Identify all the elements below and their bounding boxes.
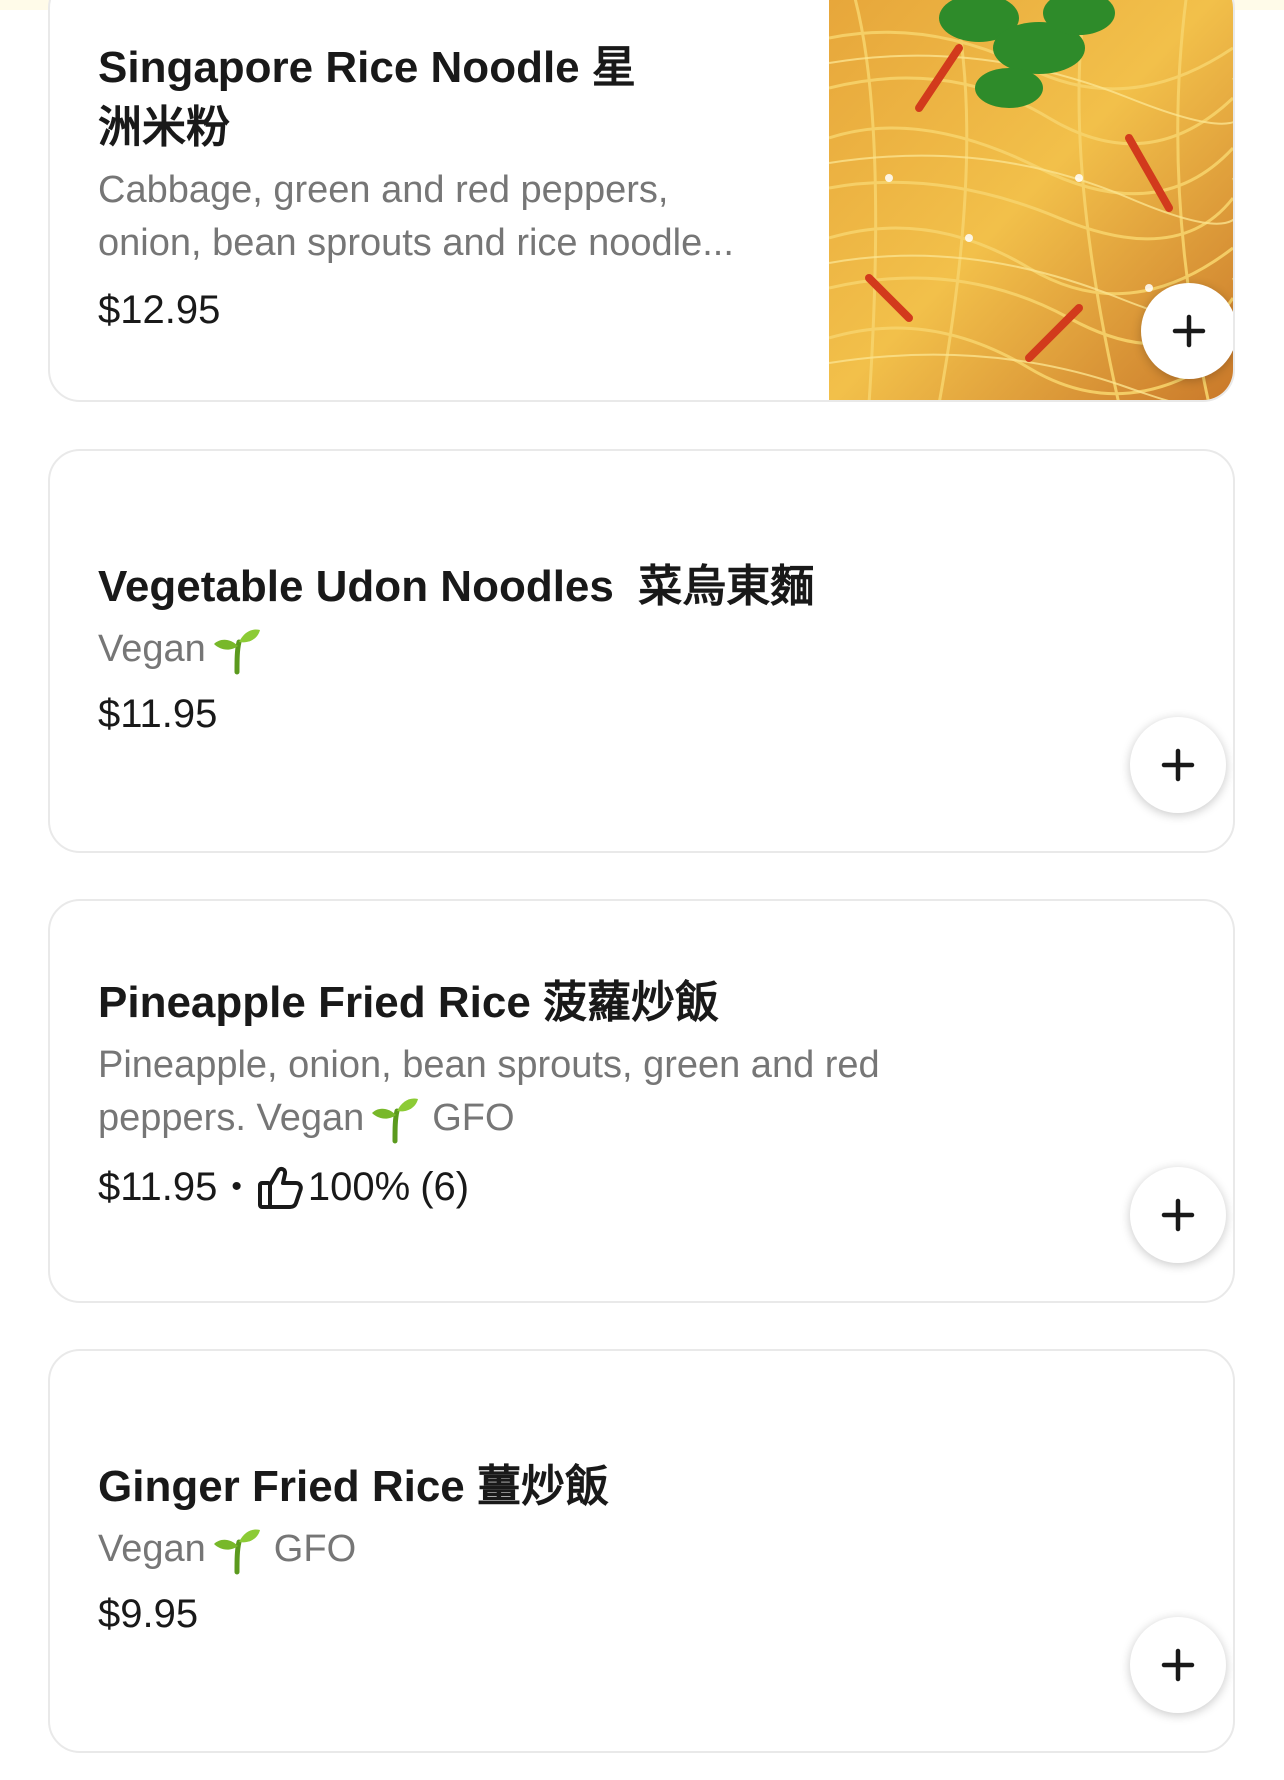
sprout-icon bbox=[213, 1529, 260, 1574]
description-gfo: GFO bbox=[273, 1528, 357, 1570]
thumbs-up-icon bbox=[257, 1166, 303, 1209]
sprout-icon bbox=[213, 629, 260, 674]
menu-item-description: Cabbage, green and red peppers, onion, b… bbox=[98, 169, 734, 264]
description-text: peppers. Vegan bbox=[98, 1097, 365, 1139]
menu-item-price: $11.95 bbox=[98, 1165, 218, 1209]
separator-dot: • bbox=[231, 1170, 242, 1203]
description-gfo: GFO bbox=[432, 1097, 515, 1139]
menu-item-card[interactable]: Singapore Rice Noodle 星 洲米粉 Cabbage, gre… bbox=[48, 0, 1235, 402]
menu-item-title: Ginger Fried Rice 薑炒飯 bbox=[98, 1462, 609, 1511]
menu-item-description: Vegan GFO bbox=[98, 1523, 609, 1576]
description-text: Vegan bbox=[98, 1528, 206, 1570]
menu-item-text: Vegetable Udon Noodles 菜烏東麵 Vegan $11.95 bbox=[98, 557, 814, 742]
menu-item-title: Pineapple Fried Rice 菠蘿炒飯 bbox=[98, 978, 720, 1027]
menu-item-card[interactable]: Ginger Fried Rice 薑炒飯 Vegan GFO $9.95 bbox=[48, 1349, 1235, 1753]
plus-icon bbox=[1161, 1198, 1195, 1232]
menu-item-text: Ginger Fried Rice 薑炒飯 Vegan GFO $9.95 bbox=[98, 1457, 609, 1642]
menu-item-description: Vegan bbox=[98, 623, 814, 676]
description-text: Vegan bbox=[98, 628, 206, 670]
add-item-button[interactable] bbox=[1141, 283, 1233, 379]
plus-icon bbox=[1172, 314, 1206, 348]
rating-count: (6) bbox=[420, 1165, 470, 1209]
menu-item-price: $11.95 bbox=[98, 692, 218, 736]
menu-item-price: $12.95 bbox=[98, 288, 221, 332]
menu-item-title: Vegetable Udon Noodles 菜烏東麵 bbox=[98, 562, 815, 611]
menu-item-card[interactable]: Vegetable Udon Noodles 菜烏東麵 Vegan $11.95 bbox=[48, 449, 1235, 853]
menu-item-title: Singapore Rice Noodle 星 洲米粉 bbox=[98, 43, 636, 152]
menu-item-text: Pineapple Fried Rice 菠蘿炒飯 Pineapple, oni… bbox=[98, 973, 880, 1215]
plus-icon bbox=[1161, 748, 1195, 782]
menu-item-price-row: $11.95 • 100% (6) bbox=[98, 1159, 880, 1215]
plus-icon bbox=[1161, 1648, 1195, 1682]
menu-item-description-line1: Pineapple, onion, bean sprouts, green an… bbox=[98, 1044, 880, 1086]
menu-item-card[interactable]: Pineapple Fried Rice 菠蘿炒飯 Pineapple, oni… bbox=[48, 899, 1235, 1303]
menu-item-text: Singapore Rice Noodle 星 洲米粉 Cabbage, gre… bbox=[98, 38, 738, 338]
rating-percent: 100% bbox=[307, 1165, 411, 1209]
sprout-icon bbox=[372, 1098, 419, 1143]
add-item-button[interactable] bbox=[1130, 1167, 1226, 1263]
add-item-button[interactable] bbox=[1130, 1617, 1226, 1713]
add-item-button[interactable] bbox=[1130, 717, 1226, 813]
menu-item-description-line2: peppers. Vegan GFO bbox=[98, 1092, 880, 1145]
menu-item-price: $9.95 bbox=[98, 1592, 199, 1636]
